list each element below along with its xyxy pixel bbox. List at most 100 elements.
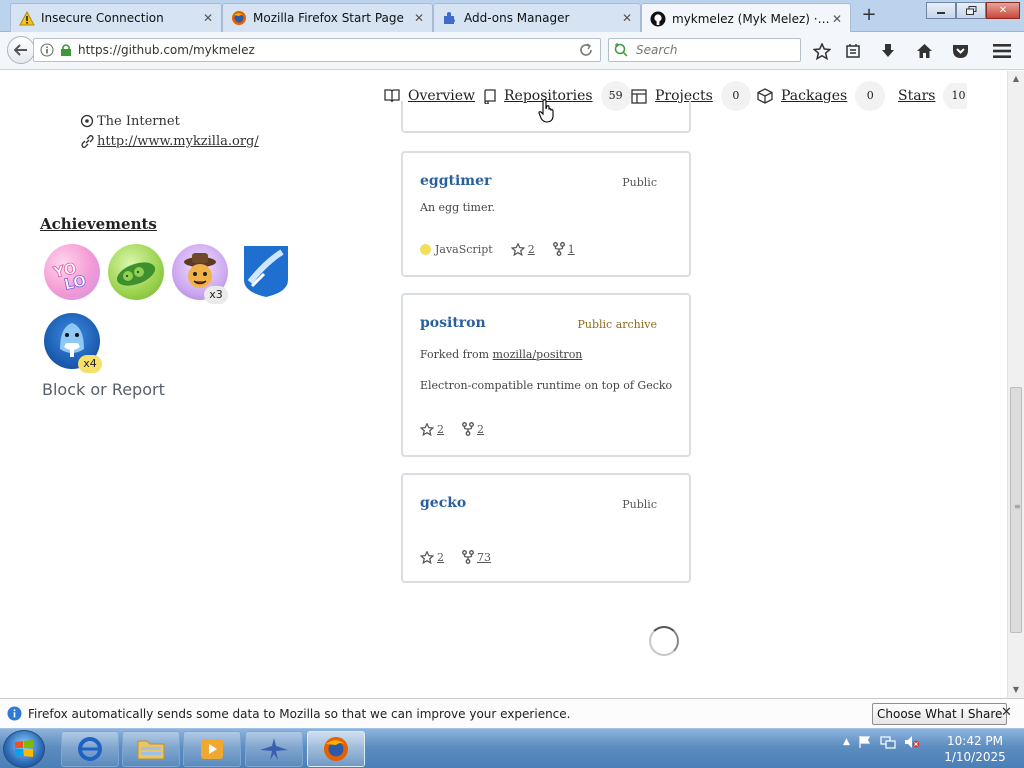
achievement-arctic-code-vault[interactable]: [240, 244, 296, 300]
action-center-flag-icon[interactable]: [858, 735, 872, 749]
language-color-dot: [420, 243, 431, 255]
scroll-up-icon[interactable]: ▲: [1008, 71, 1024, 87]
taskbar-firefox[interactable]: [307, 731, 365, 767]
stars-count-link[interactable]: 2: [437, 551, 444, 564]
start-button[interactable]: [3, 730, 45, 768]
info-icon: [7, 706, 22, 721]
star-icon: [510, 242, 525, 256]
achievements-heading[interactable]: Achievements: [40, 215, 157, 233]
forks-count-link[interactable]: 73: [477, 551, 491, 564]
location-text: The Internet: [97, 113, 180, 129]
tab-stars-label[interactable]: Stars: [898, 88, 935, 104]
repo-forks[interactable]: 2: [462, 422, 484, 436]
close-tab-icon[interactable]: ✕: [620, 11, 634, 25]
tab-addons-manager[interactable]: Add-ons Manager ✕: [433, 3, 641, 32]
scroll-down-icon[interactable]: ▼: [1008, 682, 1024, 698]
search-bar[interactable]: [608, 38, 801, 62]
forks-count-link[interactable]: 1: [568, 243, 575, 256]
search-engine-icon[interactable]: [614, 43, 632, 57]
home-icon[interactable]: [913, 41, 935, 61]
restore-button[interactable]: [956, 2, 986, 19]
repo-visibility-label: Public archive: [577, 318, 657, 331]
back-button[interactable]: [7, 36, 35, 64]
repo-forks[interactable]: 73: [462, 550, 491, 564]
forked-from-link[interactable]: mozilla/positron: [493, 348, 583, 361]
pocket-icon[interactable]: [949, 41, 971, 61]
star-icon: [420, 550, 434, 564]
peapod-badge-icon: [116, 262, 156, 286]
repo-name-link[interactable]: eggtimer: [420, 173, 491, 189]
clock-date: 1/10/2025: [944, 750, 1006, 764]
choose-what-i-share-button[interactable]: Choose What I Share: [872, 703, 1008, 725]
url-bar[interactable]: https://github.com/mykmelez: [33, 38, 601, 62]
search-input[interactable]: [636, 43, 796, 57]
stars-count-link[interactable]: 2: [528, 243, 535, 256]
tab-insecure-connection[interactable]: Insecure Connection ✕: [10, 3, 222, 32]
repo-card-gecko: gecko Public 2 73: [401, 473, 691, 583]
repo-stars[interactable]: 2: [420, 422, 444, 436]
taskbar-explorer[interactable]: [122, 731, 180, 767]
repo-stars[interactable]: 2: [420, 550, 444, 564]
tab-stars[interactable]: Stars 10: [890, 83, 967, 109]
puzzle-icon: [442, 10, 458, 26]
volume-muted-icon[interactable]: [904, 735, 920, 749]
windows-taskbar: ▲ 10:42 PM 1/10/2025: [0, 728, 1024, 768]
lock-icon[interactable]: [60, 43, 72, 57]
bookmark-star-icon[interactable]: [811, 41, 833, 61]
stars-count: 10: [943, 83, 967, 109]
firefox-icon: [324, 737, 348, 761]
taskbar-ie[interactable]: [61, 731, 119, 767]
clock-time: 10:42 PM: [947, 734, 1003, 748]
repo-forks[interactable]: 1: [552, 242, 575, 256]
repo-card-eggtimer: eggtimer Public An egg timer. JavaScript…: [401, 151, 691, 277]
tab-github-profile[interactable]: mykmelez (Myk Melez) · Gi... ✕: [641, 3, 851, 33]
data-notification-bar: Firefox automatically sends some data to…: [0, 698, 1024, 728]
bookmarks-menu-icon[interactable]: [842, 41, 864, 61]
show-hidden-icons[interactable]: ▲: [843, 737, 850, 747]
close-tab-icon[interactable]: ✕: [201, 11, 215, 25]
info-icon[interactable]: [40, 43, 54, 57]
repo-language: JavaScript: [420, 243, 493, 256]
github-icon: [650, 11, 666, 27]
network-icon[interactable]: [880, 735, 896, 749]
downloads-icon[interactable]: [877, 41, 899, 61]
repo-card-positron: positron Public archive Forked from mozi…: [401, 293, 691, 457]
taskbar-clock[interactable]: 10:42 PM 1/10/2025: [940, 733, 1010, 765]
quickdraw-count: x3: [204, 286, 228, 304]
close-window-button[interactable]: ✕: [986, 2, 1020, 19]
close-tab-icon[interactable]: ✕: [412, 11, 426, 25]
repo-name-link[interactable]: gecko: [420, 495, 466, 511]
taskbar-media-player[interactable]: [183, 731, 241, 767]
navigation-toolbar: https://github.com/mykmelez: [0, 32, 1024, 70]
repo-stars[interactable]: 2: [510, 242, 535, 256]
repo-meta: 2 73: [420, 550, 509, 564]
achievement-yolo[interactable]: YO LO: [44, 244, 100, 300]
svg-text:LO: LO: [63, 272, 88, 294]
profile-website[interactable]: http://www.mykzilla.org/: [80, 134, 259, 149]
language-name: JavaScript: [435, 242, 493, 256]
tab-packages-label[interactable]: Packages: [781, 88, 847, 104]
close-notification-icon[interactable]: ✕: [1001, 705, 1012, 720]
tab-label: mykmelez (Myk Melez) · Gi...: [672, 11, 830, 26]
repo-description: Electron-compatible runtime on top of Ge…: [420, 379, 673, 392]
page-scrollbar[interactable]: ▲ ≡ ▼: [1007, 71, 1024, 698]
tab-packages[interactable]: Packages 0: [757, 81, 886, 111]
website-link[interactable]: http://www.mykzilla.org/: [97, 134, 259, 149]
tab-label: Add-ons Manager: [464, 11, 570, 25]
close-tab-icon[interactable]: ✕: [830, 12, 844, 26]
new-tab-button[interactable]: +: [857, 5, 881, 27]
block-or-report-link[interactable]: Block or Report: [42, 380, 165, 399]
repo-name-link[interactable]: positron: [420, 315, 486, 331]
reload-icon[interactable]: [578, 42, 594, 61]
forks-count-link[interactable]: 2: [477, 423, 484, 436]
achievement-pair-extraordinaire[interactable]: [108, 244, 164, 300]
packages-count: 0: [855, 81, 886, 111]
tab-firefox-start-page[interactable]: Mozilla Firefox Start Page ✕: [222, 3, 433, 32]
stars-count-link[interactable]: 2: [437, 423, 444, 436]
minimize-button[interactable]: [926, 2, 956, 19]
hamburger-menu-icon[interactable]: [991, 41, 1013, 61]
back-arrow-icon: [14, 44, 27, 56]
taskbar-app[interactable]: [245, 731, 303, 767]
scrollbar-thumb[interactable]: ≡: [1010, 387, 1022, 633]
url-text[interactable]: https://github.com/mykmelez: [78, 43, 255, 57]
